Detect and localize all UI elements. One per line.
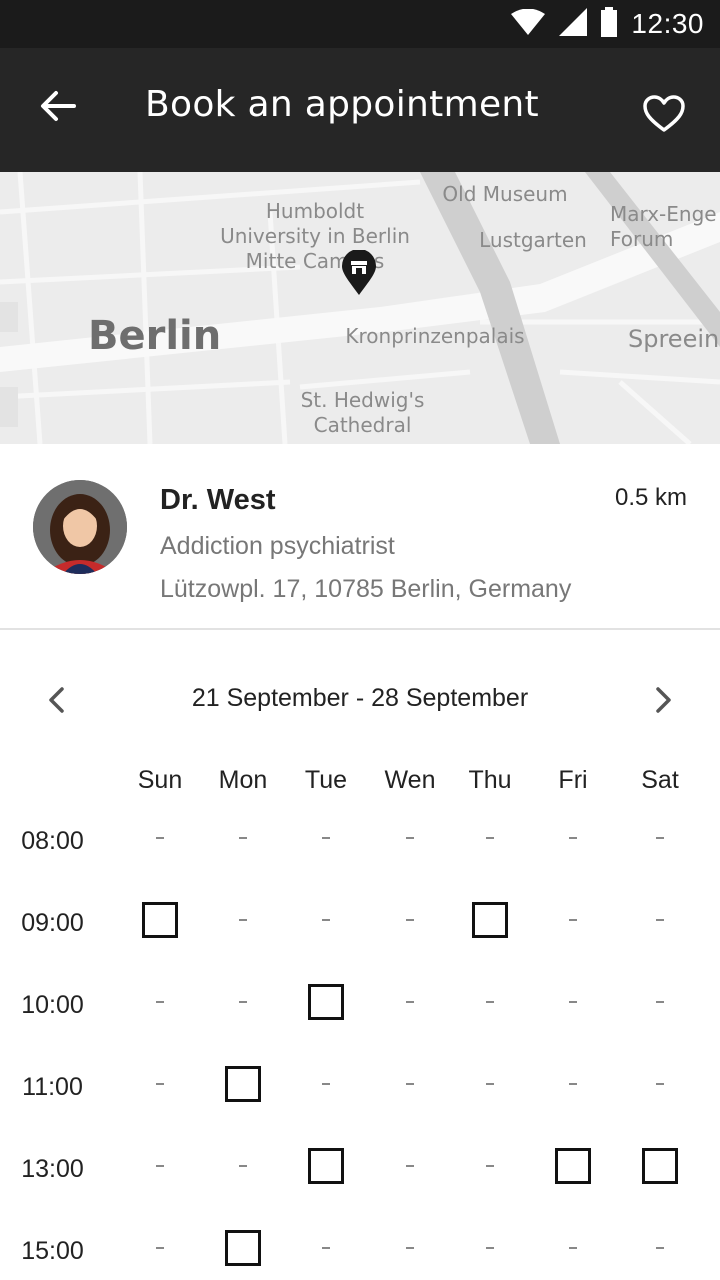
map-label-old-museum: Old Museum (442, 182, 568, 206)
unavailable-slot (392, 902, 428, 938)
doctor-name: Dr. West (160, 484, 276, 516)
day-header-thu: Thu (468, 766, 512, 794)
unavailable-slot (642, 1230, 678, 1266)
unavailable-slot (308, 1066, 344, 1102)
unavailable-slot (142, 1148, 178, 1184)
app-bar: Book an appointment (0, 48, 720, 172)
back-button[interactable] (28, 78, 88, 138)
status-icons: 12:30 (511, 0, 704, 48)
available-slot-checkbox[interactable] (225, 1230, 261, 1266)
map-label-humboldt: Humboldt University in Berlin Mitte Camp… (220, 199, 410, 273)
arrow-left-icon (40, 90, 76, 127)
time-label: 13:00 (21, 1155, 84, 1183)
unavailable-slot (308, 820, 344, 856)
day-header-fri: Fri (558, 766, 588, 794)
day-header-tue: Tue (304, 766, 348, 794)
available-slot-checkbox[interactable] (472, 902, 508, 938)
unavailable-slot (472, 820, 508, 856)
unavailable-slot (555, 1066, 591, 1102)
unavailable-slot (472, 1148, 508, 1184)
doctor-specialty: Addiction psychiatrist (160, 532, 395, 560)
time-row: 08:00 (0, 820, 720, 870)
available-slot-checkbox[interactable] (642, 1148, 678, 1184)
unavailable-slot (308, 1230, 344, 1266)
available-slot-checkbox[interactable] (225, 1066, 261, 1102)
unavailable-slot (225, 902, 261, 938)
available-slot-checkbox[interactable] (308, 984, 344, 1020)
day-header-mon: Mon (218, 766, 268, 794)
unavailable-slot (308, 902, 344, 938)
unavailable-slot (642, 984, 678, 1020)
day-header-sun: Sun (137, 766, 183, 794)
time-row: 11:00 (0, 1066, 720, 1116)
unavailable-slot (225, 820, 261, 856)
unavailable-slot (392, 1066, 428, 1102)
time-label: 08:00 (21, 827, 84, 855)
unavailable-slot (555, 1230, 591, 1266)
available-slot-checkbox[interactable] (555, 1148, 591, 1184)
map-label-st-hedwigs: St. Hedwig's Cathedral (300, 388, 425, 437)
signal-icon (559, 7, 588, 41)
time-row: 10:00 (0, 984, 720, 1034)
heart-outline-icon (643, 94, 685, 138)
map-label-berlin: Berlin (88, 313, 222, 359)
map-label-spree: Spreein (628, 325, 720, 353)
time-label: 09:00 (21, 909, 84, 937)
time-label: 15:00 (21, 1237, 84, 1265)
available-slot-checkbox[interactable] (308, 1148, 344, 1184)
day-header-wen: Wen (384, 766, 436, 794)
status-time: 12:30 (631, 8, 704, 39)
status-bar: 12:30 (0, 0, 720, 48)
unavailable-slot (472, 984, 508, 1020)
time-row: 13:00 (0, 1148, 720, 1198)
time-label: 11:00 (22, 1073, 83, 1101)
week-range: 21 September - 28 September (191, 684, 529, 712)
unavailable-slot (225, 1148, 261, 1184)
unavailable-slot (555, 984, 591, 1020)
unavailable-slot (472, 1230, 508, 1266)
week-navigator: 21 September - 28 September (0, 670, 720, 734)
favorite-button[interactable] (636, 88, 692, 144)
unavailable-slot (642, 902, 678, 938)
unavailable-slot (472, 1066, 508, 1102)
doctor-distance: 0.5 km (614, 484, 687, 511)
doctor-card[interactable]: Dr. West 0.5 km Addiction psychiatrist L… (0, 444, 720, 630)
unavailable-slot (142, 1230, 178, 1266)
unavailable-slot (392, 820, 428, 856)
doctor-avatar (33, 480, 127, 574)
time-label: 10:00 (21, 991, 84, 1019)
time-row: 09:00 (0, 902, 720, 952)
map-label-kronprinzenpalais: Kronprinzenpalais (345, 324, 525, 348)
available-slot-checkbox[interactable] (142, 902, 178, 938)
time-row: 15:00 (0, 1230, 720, 1280)
map-label-lustgarten: Lustgarten (479, 228, 587, 252)
map-view[interactable]: Humboldt University in Berlin Mitte Camp… (0, 172, 720, 444)
unavailable-slot (555, 820, 591, 856)
unavailable-slot (642, 1066, 678, 1102)
unavailable-slot (555, 902, 591, 938)
unavailable-slot (392, 1230, 428, 1266)
next-week-button[interactable] (640, 678, 688, 726)
unavailable-slot (225, 984, 261, 1020)
battery-icon (601, 6, 618, 42)
unavailable-slot (392, 984, 428, 1020)
unavailable-slot (142, 1066, 178, 1102)
doctor-address: Lützowpl. 17, 10785 Berlin, Germany (160, 575, 572, 603)
map-label-marx-engels: Marx-Enge Forum (610, 202, 717, 251)
unavailable-slot (642, 820, 678, 856)
unavailable-slot (392, 1148, 428, 1184)
day-headers: Sun Mon Tue Wen Thu Fri Sat (0, 766, 720, 802)
chevron-right-icon (655, 686, 673, 719)
day-header-sat: Sat (641, 766, 679, 794)
page-title: Book an appointment (145, 84, 539, 125)
unavailable-slot (142, 820, 178, 856)
unavailable-slot (142, 984, 178, 1020)
wifi-icon (511, 8, 546, 40)
